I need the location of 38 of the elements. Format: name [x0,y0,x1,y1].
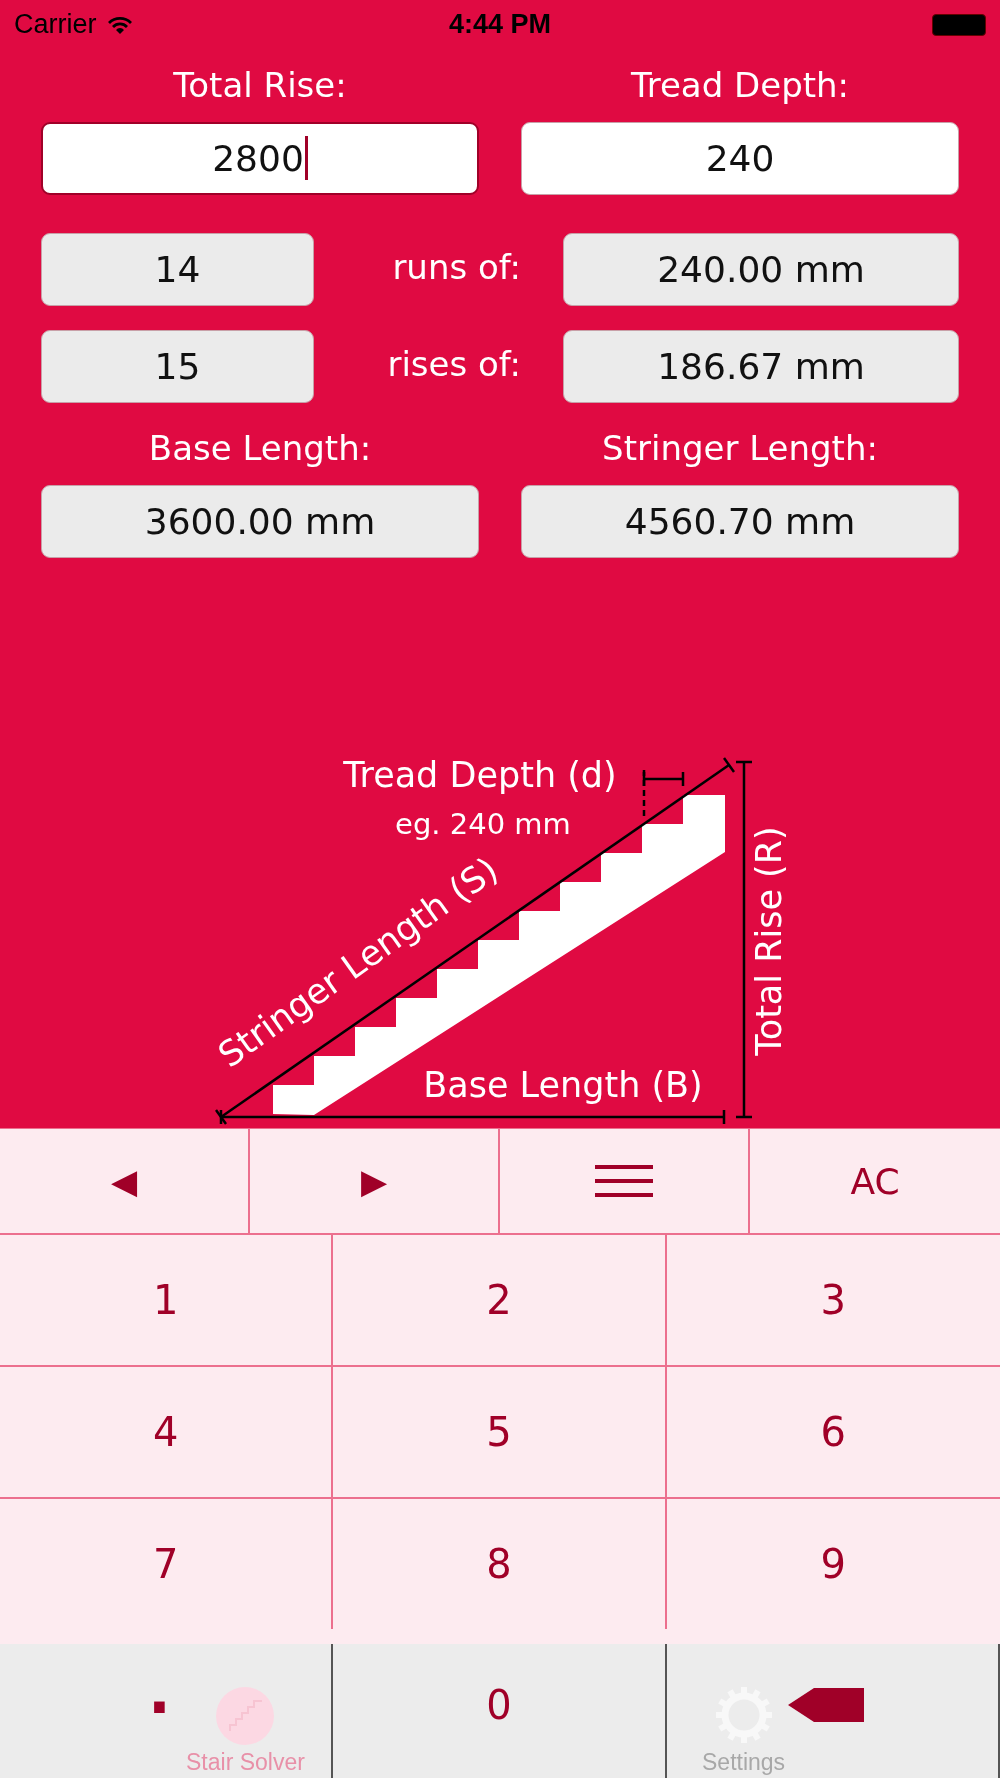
arrow-key[interactable]: ▶ [250,1129,500,1233]
result-label: Base Length: [148,430,372,465]
arrow-key[interactable]: ◀ [0,1129,250,1233]
digit-key[interactable]: 0 [480,1665,518,1745]
input-field[interactable]: 240 [521,121,959,195]
wifi-icon [106,14,133,35]
digit-key[interactable]: 5 [333,1367,667,1497]
row-label: runs of: [391,246,521,287]
field-label: Tread Depth: [630,67,850,102]
digit-key[interactable]: 2 [333,1235,667,1365]
result-value: 3600.00 mm [41,484,479,558]
row-label: rises of: [386,343,521,384]
result-value: 4560.70 mm [521,484,959,558]
result-label: Stringer Length: [602,430,878,465]
digit-key[interactable]: 3 [666,1235,1000,1365]
carrier-name: Carrier [14,9,97,41]
rise-label: Total Rise (R) [749,825,789,1056]
base-label: Base Length (B) [423,1064,703,1105]
stairs-icon [216,1687,275,1745]
menu-icon [595,1165,653,1197]
clock-time: 4:44 PM [448,9,551,41]
decimal-key[interactable]: . [142,1652,177,1732]
field-label: Total Rise: [173,67,347,102]
input-field[interactable]: 2800 [41,121,479,195]
digit-key[interactable]: 9 [666,1499,1000,1629]
backspace-icon [788,1688,864,1722]
digit-key[interactable]: 4 [0,1367,334,1497]
tread-example-label: eg. 240 mm [395,806,571,841]
digit-key[interactable]: 6 [666,1367,1000,1497]
tread-depth-label: Tread Depth (d) [343,754,617,795]
count-value: 14 [41,232,314,306]
result-value: 240.00 mm [563,232,959,306]
result-value: 186.67 mm [563,329,959,403]
digit-key[interactable]: 1 [0,1235,334,1365]
clear-key[interactable]: AC [750,1129,1000,1233]
battery-icon [932,13,986,36]
tread-depth-marker [642,769,685,816]
count-value: 15 [41,329,314,403]
